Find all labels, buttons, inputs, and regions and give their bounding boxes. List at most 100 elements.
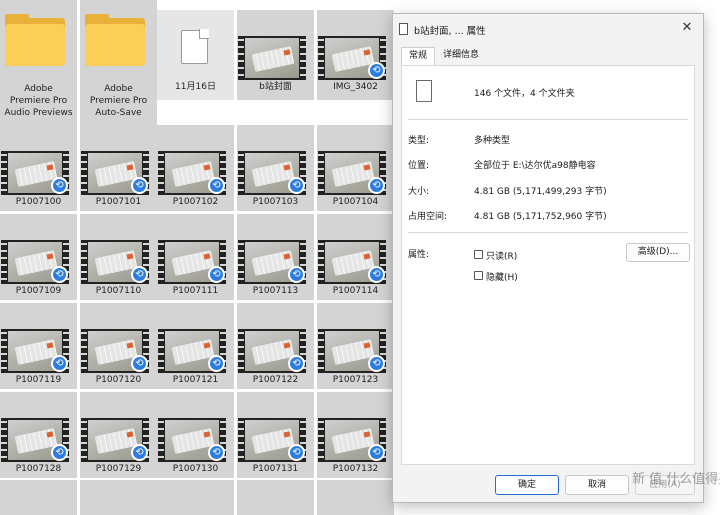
file-tile[interactable]: ⟲ P1007111 <box>157 214 234 300</box>
sync-arrow-icon: ⟲ <box>51 355 68 372</box>
divider <box>408 232 688 233</box>
sync-arrow-icon: ⟲ <box>208 355 225 372</box>
location-label: 位置: <box>408 161 430 171</box>
file-label: P1007122 <box>252 375 299 385</box>
file-tile[interactable]: ⟲ P1007114 <box>317 214 394 300</box>
sync-arrow-icon: ⟲ <box>368 177 385 194</box>
file-tile[interactable]: ⟲ P1007130 <box>157 392 234 478</box>
file-label: P1007102 <box>172 197 219 207</box>
file-label: P1007114 <box>332 286 379 296</box>
file-label: P1007132 <box>332 464 379 474</box>
sync-arrow-icon: ⟲ <box>131 266 148 283</box>
size-on-disk-value: 4.81 GB (5,171,752,960 字节) <box>474 212 607 222</box>
sync-arrow-icon: ⟲ <box>208 444 225 461</box>
size-label: 大小: <box>408 187 430 197</box>
sync-arrow-icon: ⟲ <box>208 266 225 283</box>
folder-tile[interactable]: Adobe Premiere Pro Auto-Save <box>80 0 157 125</box>
sync-arrow-icon: ⟲ <box>131 177 148 194</box>
sync-arrow-icon: ⟲ <box>288 266 305 283</box>
file-tile[interactable]: ⟲ P1007109 <box>0 214 77 300</box>
cancel-button[interactable]: 取消 <box>565 475 629 495</box>
file-tile[interactable]: ⟲ P1007100 <box>0 125 77 211</box>
sync-arrow-icon: ⟲ <box>368 62 385 79</box>
divider <box>408 119 688 120</box>
sync-arrow-icon: ⟲ <box>288 177 305 194</box>
file-label: P1007119 <box>15 375 62 385</box>
file-tile[interactable]: ⟲ P1007132 <box>317 392 394 478</box>
properties-dialog: b站封面, ... 属性 ✕ 常规 详细信息 146 个文件，4 个文件夹 类型… <box>392 13 704 503</box>
selection-summary: 146 个文件，4 个文件夹 <box>474 89 575 99</box>
sync-arrow-icon: ⟲ <box>51 266 68 283</box>
sync-arrow-icon: ⟲ <box>131 355 148 372</box>
sync-arrow-icon: ⟲ <box>51 177 68 194</box>
file-label: b站封面 <box>259 82 292 92</box>
file-label: P1007121 <box>172 375 219 385</box>
size-value: 4.81 GB (5,171,499,293 字节) <box>474 187 607 197</box>
blank-file-icon <box>181 29 209 64</box>
watermark: 新 值 什么值得买 <box>632 472 720 487</box>
sync-arrow-icon: ⟲ <box>51 444 68 461</box>
file-label: 11月16日 <box>175 82 216 92</box>
readonly-checkbox[interactable] <box>474 250 483 259</box>
file-label: P1007111 <box>172 286 219 296</box>
file-tile[interactable]: ⟲ P1007121 <box>157 303 234 389</box>
file-label: P1007128 <box>15 464 62 474</box>
file-tile[interactable]: ⟲ P1007104 <box>317 125 394 211</box>
file-label: P1007100 <box>15 197 62 207</box>
file-tile[interactable]: ⟲ P1007122 <box>237 303 314 389</box>
screen: Adobe Premiere Pro Audio Previews Adobe … <box>0 0 720 515</box>
file-tile[interactable]: ⟲ P1007101 <box>80 125 157 211</box>
tab-details[interactable]: 详细信息 <box>439 47 489 65</box>
file-tile[interactable]: ⟲ P1007123 <box>317 303 394 389</box>
sync-arrow-icon: ⟲ <box>131 444 148 461</box>
file-tile[interactable]: ⟲ P1007129 <box>80 392 157 478</box>
file-tile[interactable]: ⟲ P1007103 <box>237 125 314 211</box>
file-tile[interactable]: ⟲ P1007128 <box>0 392 77 478</box>
advanced-button[interactable]: 高级(D)... <box>626 243 690 262</box>
file-tile[interactable]: ⟲ P1007113 <box>237 214 314 300</box>
file-label: P1007120 <box>95 375 142 385</box>
sync-arrow-icon: ⟲ <box>368 355 385 372</box>
file-label: P1007113 <box>252 286 299 296</box>
attributes-label: 属性: <box>408 250 430 260</box>
folder-label: Adobe Premiere Pro Audio Previews <box>4 84 73 118</box>
sync-arrow-icon: ⟲ <box>288 355 305 372</box>
folder-tile[interactable]: Adobe Premiere Pro Audio Previews <box>0 0 77 125</box>
dialog-titlebar[interactable]: b站封面, ... 属性 ✕ <box>393 14 703 44</box>
file-tile[interactable]: ⟲ IMG_3402 <box>317 10 394 100</box>
ok-button[interactable]: 确定 <box>495 475 559 495</box>
file-label: P1007109 <box>15 286 62 296</box>
file-label: P1007130 <box>172 464 219 474</box>
folder-label: Adobe Premiere Pro Auto-Save <box>89 84 148 118</box>
file-tile[interactable]: ⟲ P1007119 <box>0 303 77 389</box>
sync-arrow-icon: ⟲ <box>368 444 385 461</box>
sync-arrow-icon: ⟲ <box>288 444 305 461</box>
file-label: P1007104 <box>332 197 379 207</box>
video-thumbnail <box>238 36 306 80</box>
file-tile[interactable]: ⟲ P1007102 <box>157 125 234 211</box>
file-label: P1007123 <box>332 375 379 385</box>
sync-arrow-icon: ⟲ <box>208 177 225 194</box>
file-tile[interactable]: ⟲ P1007110 <box>80 214 157 300</box>
type-value: 多种类型 <box>474 136 511 146</box>
file-label: P1007131 <box>252 464 299 474</box>
tab-general[interactable]: 常规 <box>401 47 435 65</box>
file-label: IMG_3402 <box>333 82 378 92</box>
size-on-disk-label: 占用空间: <box>408 212 448 222</box>
file-label: P1007110 <box>95 286 142 296</box>
multiple-files-icon <box>412 80 432 108</box>
file-tile[interactable]: b站封面 <box>237 10 314 100</box>
location-value: 全部位于 E:\达尔优a98静电容 <box>474 161 596 171</box>
close-icon[interactable]: ✕ <box>679 20 695 36</box>
sync-arrow-icon: ⟲ <box>368 266 385 283</box>
file-tile[interactable]: ⟲ P1007131 <box>237 392 314 478</box>
file-tile[interactable]: 11月16日 <box>157 10 234 100</box>
hidden-checkbox[interactable] <box>474 271 483 280</box>
folder-properties-icon <box>399 23 408 35</box>
type-label: 类型: <box>408 136 430 146</box>
file-tile[interactable]: ⟲ P1007120 <box>80 303 157 389</box>
file-label: P1007101 <box>95 197 142 207</box>
dialog-title: b站封面, ... 属性 <box>414 26 486 37</box>
hidden-label: 隐藏(H) <box>486 273 518 283</box>
general-panel: 146 个文件，4 个文件夹 类型: 多种类型 位置: 全部位于 E:\达尔优a… <box>401 65 695 465</box>
